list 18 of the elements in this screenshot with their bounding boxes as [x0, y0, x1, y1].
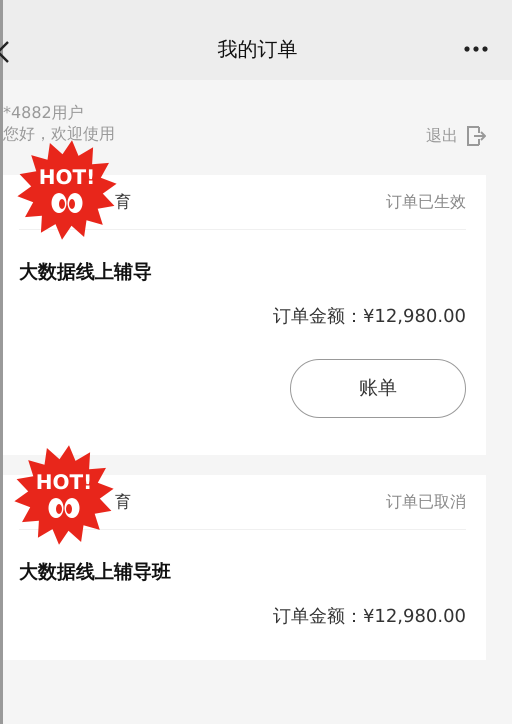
page-title: 我的订单 [218, 36, 298, 63]
order-status: 订单已生效 [386, 191, 466, 213]
order-amount: 订单金额：¥12,980.00 [272, 604, 467, 628]
more-icon[interactable] [464, 46, 488, 52]
user-name: *4882用户 [3, 102, 85, 123]
product-name: 大数据线上辅导 [18, 260, 153, 285]
sticker-label: HOT! [34, 471, 94, 493]
order-amount: 订单金额：¥12,980.00 [272, 304, 467, 328]
eyes-icon [51, 192, 83, 214]
bill-button[interactable]: 账单 [290, 358, 466, 418]
logout-icon [466, 125, 486, 147]
greeting-text: 您好，欢迎使用 [3, 123, 115, 144]
order-status: 订单已取消 [386, 491, 466, 513]
product-name: 大数据线上辅导班 [18, 560, 172, 585]
shop-name: 育 [115, 191, 131, 213]
eyes-icon [48, 497, 80, 519]
sticker-label: HOT! [38, 166, 96, 188]
shop-name: 育 [115, 491, 131, 513]
